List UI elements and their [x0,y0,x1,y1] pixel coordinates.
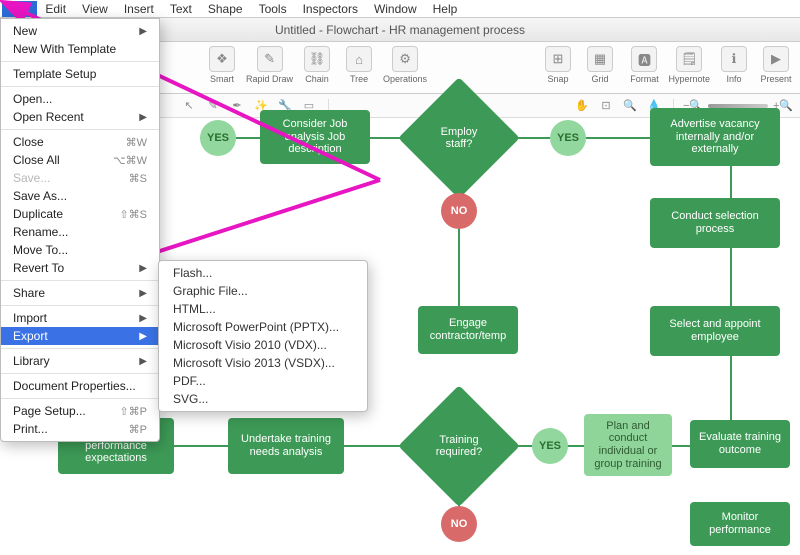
toolbar-format[interactable]: 🅰Format [626,46,662,84]
toolbar-group-left: ❖Smart✎Rapid Draw⛓Chain⌂Tree⚙Operations [204,46,427,84]
toolbar-snap[interactable]: ⊞Snap [540,46,576,84]
file-menu-save-as-[interactable]: Save As... [1,187,159,205]
menubar-item-window[interactable]: Window [366,1,425,17]
menubar-item-tools[interactable]: Tools [251,1,295,17]
menubar-item-help[interactable]: Help [425,1,466,17]
hypernote-icon: 🗒 [676,46,702,72]
file-menu-new-with-template[interactable]: New With Template [1,40,159,58]
file-menu-revert-to[interactable]: Revert To▶ [1,259,159,277]
info-icon: ℹ [721,46,747,72]
file-menu-duplicate[interactable]: Duplicate⇧⌘S [1,205,159,223]
toolbar-present[interactable]: ▶Present [758,46,794,84]
node-monitor[interactable]: Monitor performance [690,502,790,546]
file-menu-export[interactable]: Export▶ [1,327,159,345]
export-microsoft-visio-2013-vsdx-[interactable]: Microsoft Visio 2013 (VSDX)... [159,354,367,372]
decision-employ[interactable]: Employ staff? [416,95,502,181]
grid-icon: ▦ [587,46,613,72]
file-menu-new[interactable]: New▶ [1,22,159,40]
window-title: Untitled - Flowchart - HR management pro… [275,23,525,37]
menubar: FileEditViewInsertTextShapeToolsInspecto… [0,0,800,18]
toolbar-group-right: 🅰Format🗒HypernoteℹInfo▶Present [626,46,794,84]
decision-result-yes: YES [200,120,236,156]
file-menu-open-recent[interactable]: Open Recent▶ [1,108,159,126]
file-menu-import[interactable]: Import▶ [1,309,159,327]
hand-icon[interactable]: ✋ [573,98,591,114]
node-plan[interactable]: Plan and conduct individual or group tra… [584,414,672,476]
file-menu-library[interactable]: Library▶ [1,352,159,370]
decision-result-no: NO [441,506,477,542]
chevron-right-icon: ▶ [139,288,147,299]
menubar-item-edit[interactable]: Edit [37,1,74,17]
chevron-right-icon: ▶ [139,263,147,274]
node-appoint[interactable]: Select and appoint employee [650,306,780,356]
decision-result-yes: YES [532,428,568,464]
toolbar-info[interactable]: ℹInfo [716,46,752,84]
node-consider[interactable]: Consider Job analysis Job description [260,110,370,164]
node-engage[interactable]: Engage contractor/temp [418,306,518,354]
file-menu-template-setup[interactable]: Template Setup [1,65,159,83]
file-menu: New▶New With Template Template Setup Open.… [0,18,160,442]
toolbar-smart[interactable]: ❖Smart [204,46,240,84]
file-menu-page-setup-[interactable]: Page Setup...⇧⌘P [1,402,159,420]
file-menu-share[interactable]: Share▶ [1,284,159,302]
menubar-item-insert[interactable]: Insert [116,1,162,17]
toolbar-tree[interactable]: ⌂Tree [341,46,377,84]
export-pdf-[interactable]: PDF... [159,372,367,390]
zoom-fit-icon[interactable]: ⊡ [597,98,615,114]
decision-result-no: NO [441,193,477,229]
file-menu-close[interactable]: Close⌘W [1,133,159,151]
node-advertise[interactable]: Advertise vacancy internally and/or exte… [650,108,780,166]
format-icon: 🅰 [631,46,657,72]
toolbar-grid[interactable]: ▦Grid [582,46,618,84]
operations-icon: ⚙ [392,46,418,72]
chevron-right-icon: ▶ [139,331,147,342]
node-undertake[interactable]: Undertake training needs analysis [228,418,344,474]
chevron-right-icon: ▶ [139,313,147,324]
toolbar-rapid-draw[interactable]: ✎Rapid Draw [246,46,293,84]
menubar-item-shape[interactable]: Shape [200,1,251,17]
toolbar-group-mid: ⊞Snap▦Grid [540,46,618,84]
export-svg-[interactable]: SVG... [159,390,367,408]
menubar-item-file[interactable]: File [2,1,37,17]
pen-icon[interactable]: ✒ [228,98,246,114]
present-icon: ▶ [763,46,789,72]
file-menu-save-: Save...⌘S [1,169,159,187]
export-graphic-file-[interactable]: Graphic File... [159,282,367,300]
export-flash-[interactable]: Flash... [159,264,367,282]
export-microsoft-powerpoint-pptx-[interactable]: Microsoft PowerPoint (PPTX)... [159,318,367,336]
zoom-slider[interactable] [708,104,768,108]
chevron-right-icon: ▶ [139,356,147,367]
file-menu-document-properties-[interactable]: Document Properties... [1,377,159,395]
toolbar-operations[interactable]: ⚙Operations [383,46,427,84]
file-menu-move-to-[interactable]: Move To... [1,241,159,259]
node-selection[interactable]: Conduct selection process [650,198,780,248]
tree-icon: ⌂ [346,46,372,72]
chevron-right-icon: ▶ [139,112,147,123]
file-menu-rename-[interactable]: Rename... [1,223,159,241]
chevron-right-icon: ▶ [139,26,147,37]
export-submenu: Flash...Graphic File...HTML...Microsoft … [158,260,368,412]
export-html-[interactable]: HTML... [159,300,367,318]
toolbar-chain[interactable]: ⛓Chain [299,46,335,84]
file-menu-open-[interactable]: Open... [1,90,159,108]
menubar-item-view[interactable]: View [74,1,116,17]
rapid draw-icon: ✎ [257,46,283,72]
snap-icon: ⊞ [545,46,571,72]
chain-icon: ⛓ [304,46,330,72]
cursor-icon[interactable]: ↖ [180,98,198,114]
decision-training[interactable]: Training required? [416,403,502,489]
zoom-in-icon[interactable]: 🔍 [621,98,639,114]
pencil-icon[interactable]: ✎ [204,98,222,114]
smart-icon: ❖ [209,46,235,72]
decision-result-yes: YES [550,120,586,156]
export-microsoft-visio-2010-vdx-[interactable]: Microsoft Visio 2010 (VDX)... [159,336,367,354]
node-evaluate[interactable]: Evaluate training outcome [690,420,790,468]
toolbar-hypernote[interactable]: 🗒Hypernote [668,46,710,84]
menubar-item-inspectors[interactable]: Inspectors [295,1,366,17]
file-menu-print-[interactable]: Print...⌘P [1,420,159,438]
menubar-item-text[interactable]: Text [162,1,200,17]
file-menu-close-all[interactable]: Close All⌥⌘W [1,151,159,169]
